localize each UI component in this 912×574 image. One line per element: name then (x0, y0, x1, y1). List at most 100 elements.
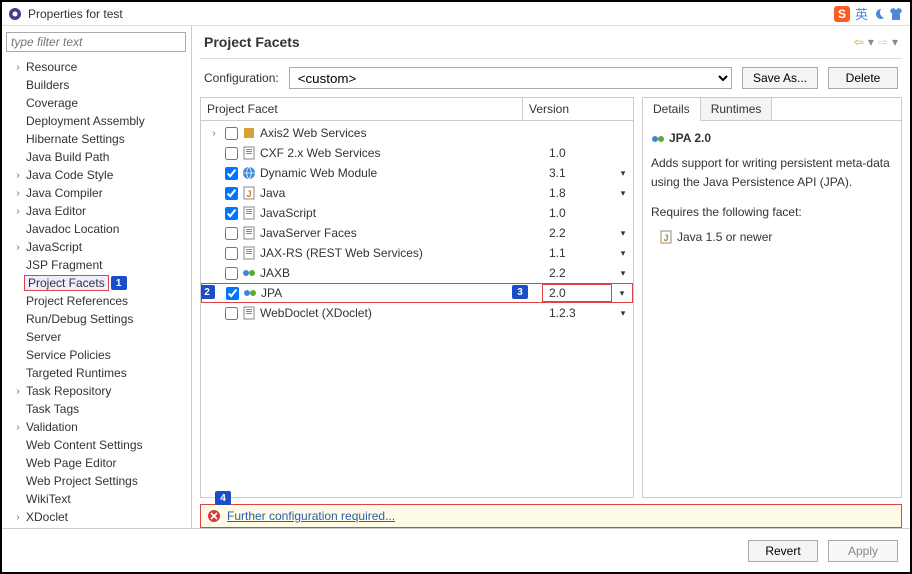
sidebar-item-javadoc-location[interactable]: Javadoc Location (6, 220, 191, 238)
col-header-version[interactable]: Version (523, 98, 633, 120)
facet-checkbox[interactable] (225, 207, 238, 220)
facet-row-jpa[interactable]: 2JPA32.0▾ (201, 283, 633, 303)
sidebar-item-wikitext[interactable]: WikiText (6, 490, 191, 508)
facets-header: Project Facet Version (201, 98, 633, 121)
sidebar-item-deployment-assembly[interactable]: Deployment Assembly (6, 112, 191, 130)
facet-row-axis2-web-services[interactable]: ›Axis2 Web Services (201, 123, 633, 143)
tab-details[interactable]: Details (643, 98, 701, 121)
sidebar-item-java-build-path[interactable]: Java Build Path (6, 148, 191, 166)
facet-checkbox[interactable] (225, 167, 238, 180)
sidebar-item-javascript[interactable]: ›JavaScript (6, 238, 191, 256)
sidebar-item-server[interactable]: Server (6, 328, 191, 346)
version-dropdown-icon[interactable]: ▾ (612, 288, 632, 299)
facet-name: WebDoclet (XDoclet) (260, 306, 543, 320)
expand-icon[interactable]: › (12, 188, 24, 199)
sidebar-item-label: Java Compiler (24, 186, 103, 200)
facet-row-webdoclet-xdoclet-[interactable]: WebDoclet (XDoclet)1.2.3▾ (201, 303, 633, 323)
sidebar-item-web-project-settings[interactable]: Web Project Settings (6, 472, 191, 490)
axis-icon (242, 126, 256, 140)
sidebar-item-hibernate-settings[interactable]: Hibernate Settings (6, 130, 191, 148)
sidebar-item-task-repository[interactable]: ›Task Repository (6, 382, 191, 400)
facet-row-jaxb[interactable]: JAXB2.2▾ (201, 263, 633, 283)
apply-button: Apply (828, 540, 898, 562)
facet-checkbox[interactable] (225, 147, 238, 160)
facet-checkbox[interactable] (225, 187, 238, 200)
revert-button[interactable]: Revert (748, 540, 818, 562)
sidebar-tree: ›ResourceBuildersCoverageDeployment Asse… (2, 58, 191, 526)
doc-icon (242, 246, 256, 260)
sidebar-item-service-policies[interactable]: Service Policies (6, 346, 191, 364)
sidebar-item-xdoclet[interactable]: ›XDoclet (6, 508, 191, 526)
facet-checkbox[interactable] (226, 287, 239, 300)
details-panel: Details Runtimes JPA 2.0 Adds support fo… (642, 97, 902, 498)
expand-icon[interactable]: › (12, 386, 24, 397)
facet-checkbox[interactable] (225, 267, 238, 280)
facet-row-cxf-2-x-web-services[interactable]: CXF 2.x Web Services1.0 (201, 143, 633, 163)
ime-lang-label[interactable]: 英 (853, 4, 870, 23)
version-dropdown-icon[interactable]: ▾ (613, 168, 633, 179)
config-select[interactable]: <custom> (289, 67, 732, 89)
sidebar-item-project-references[interactable]: Project References (6, 292, 191, 310)
callout-1: 1 (111, 276, 127, 290)
facet-row-javaserver-faces[interactable]: JavaServer Faces2.2▾ (201, 223, 633, 243)
nav-back-icon[interactable]: ⇦ (854, 35, 864, 49)
save-as-button[interactable]: Save As... (742, 67, 818, 89)
facet-row-java[interactable]: JJava1.8▾ (201, 183, 633, 203)
facet-row-dynamic-web-module[interactable]: Dynamic Web Module3.1▾ (201, 163, 633, 183)
expand-icon[interactable]: › (12, 512, 24, 523)
sidebar-item-project-facets[interactable]: Project Facets1 (6, 274, 191, 292)
sidebar-item-targeted-runtimes[interactable]: Targeted Runtimes (6, 364, 191, 382)
sidebar-item-label: Resource (24, 60, 77, 74)
tab-runtimes[interactable]: Runtimes (701, 98, 773, 120)
sidebar-item-run-debug-settings[interactable]: Run/Debug Settings (6, 310, 191, 328)
sidebar-item-java-code-style[interactable]: ›Java Code Style (6, 166, 191, 184)
facet-checkbox[interactable] (225, 307, 238, 320)
filter-box (6, 32, 187, 52)
sidebar-item-web-content-settings[interactable]: Web Content Settings (6, 436, 191, 454)
facet-row-jax-rs-rest-web-services-[interactable]: JAX-RS (REST Web Services)1.1▾ (201, 243, 633, 263)
nav-back-dropdown-icon[interactable]: ▾ (868, 35, 874, 49)
sidebar-item-resource[interactable]: ›Resource (6, 58, 191, 76)
sidebar-item-java-compiler[interactable]: ›Java Compiler (6, 184, 191, 202)
ime-moon-icon[interactable] (872, 7, 886, 21)
expand-icon[interactable]: › (12, 206, 24, 217)
further-config-link[interactable]: Further configuration required... (227, 509, 395, 523)
facets-rows: ›Axis2 Web ServicesCXF 2.x Web Services1… (201, 121, 633, 497)
facet-checkbox[interactable] (225, 227, 238, 240)
expand-icon[interactable]: › (207, 128, 221, 139)
facet-checkbox[interactable] (225, 247, 238, 260)
expand-icon[interactable]: › (12, 170, 24, 181)
version-dropdown-icon[interactable]: ▾ (613, 268, 633, 279)
delete-button[interactable]: Delete (828, 67, 898, 89)
expand-icon[interactable]: › (12, 242, 24, 253)
sidebar-item-validation[interactable]: ›Validation (6, 418, 191, 436)
window-titlebar: Properties for test S 英 (2, 2, 910, 26)
version-dropdown-icon[interactable]: ▾ (613, 188, 633, 199)
version-dropdown-icon[interactable]: ▾ (613, 248, 633, 259)
sidebar-item-label: Service Policies (24, 348, 111, 362)
nav-forward-dropdown-icon[interactable]: ▾ (892, 35, 898, 49)
facet-row-javascript[interactable]: JavaScript1.0 (201, 203, 633, 223)
ime-shirt-icon[interactable] (888, 7, 904, 21)
version-dropdown-icon[interactable]: ▾ (613, 228, 633, 239)
details-req-label: Requires the following facet: (651, 203, 893, 222)
sidebar-item-java-editor[interactable]: ›Java Editor (6, 202, 191, 220)
sidebar-item-label: Java Build Path (24, 150, 109, 164)
facet-version: 1.1 (543, 246, 613, 260)
sidebar-item-jsp-fragment[interactable]: JSP Fragment (6, 256, 191, 274)
details-desc: Adds support for writing persistent meta… (651, 154, 893, 192)
sidebar-item-builders[interactable]: Builders (6, 76, 191, 94)
ime-sogou-icon[interactable]: S (833, 5, 851, 23)
col-header-facet[interactable]: Project Facet (201, 98, 523, 120)
version-dropdown-icon[interactable]: ▾ (613, 308, 633, 319)
sidebar-item-label: Task Repository (24, 384, 111, 398)
filter-input[interactable] (6, 32, 186, 52)
expand-icon[interactable]: › (12, 62, 24, 73)
jpa-icon (651, 132, 665, 146)
facet-checkbox[interactable] (225, 127, 238, 140)
sidebar-item-coverage[interactable]: Coverage (6, 94, 191, 112)
sidebar-item-web-page-editor[interactable]: Web Page Editor (6, 454, 191, 472)
expand-icon[interactable]: › (12, 422, 24, 433)
page-header: Project Facets ⇦ ▾ ⇨ ▾ (200, 26, 902, 59)
sidebar-item-task-tags[interactable]: Task Tags (6, 400, 191, 418)
